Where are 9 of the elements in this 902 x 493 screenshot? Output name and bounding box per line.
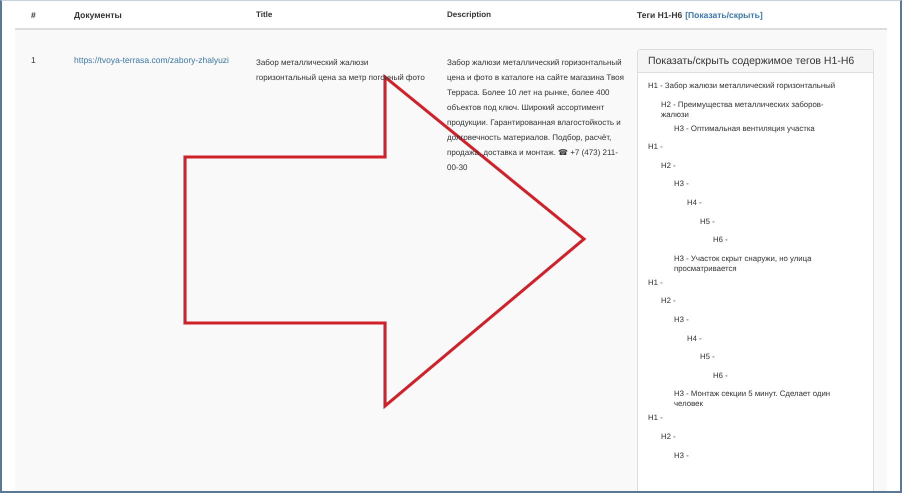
row-number: 1 [31,55,36,65]
column-header: Документы [74,10,122,20]
show-hide-link[interactable]: [Показать/скрыть] [685,10,763,20]
column-header: # [31,10,36,20]
document-link[interactable]: https://tvoya-terrasa.com/zabory-zhalyuzi [74,55,229,65]
column-header: Title [256,10,272,19]
panel-header[interactable]: Показать/скрыть содержимое тегов H1-H6 [638,50,873,73]
column-header: Description [447,10,492,19]
column-header: Теги H1-H6 [637,10,682,20]
